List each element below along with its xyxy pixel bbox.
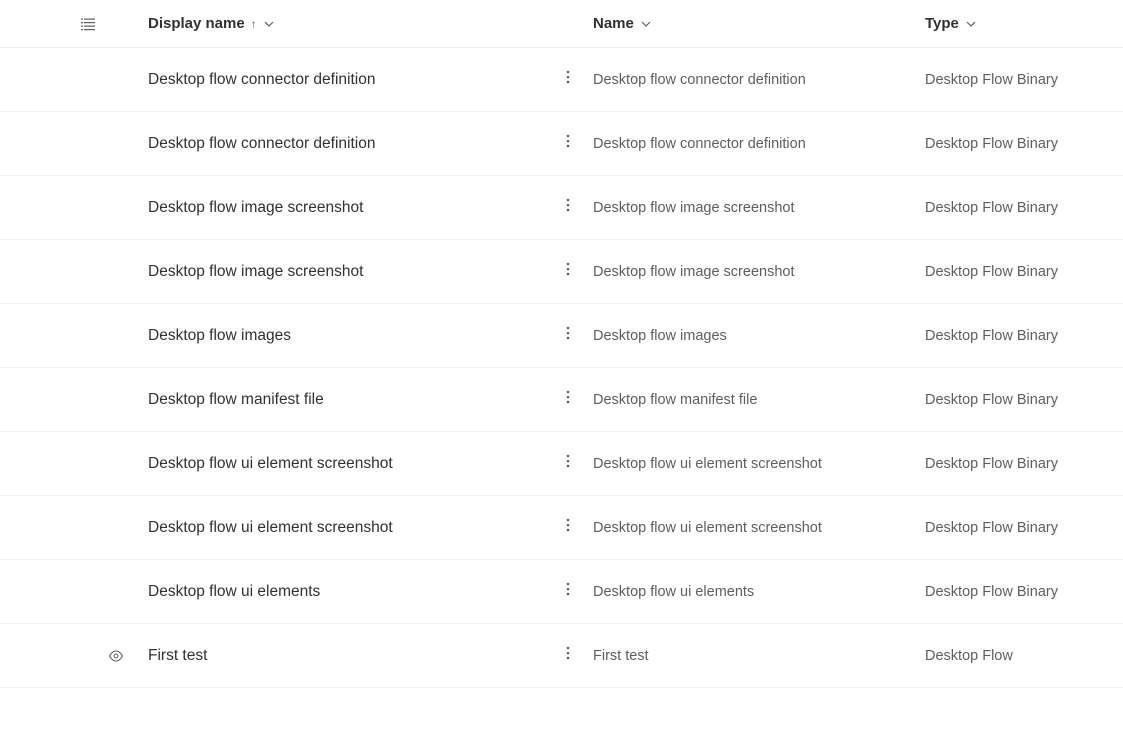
- chevron-down-icon: [965, 18, 977, 30]
- chevron-down-icon: [640, 18, 652, 30]
- cell-name: Desktop flow connector definition: [593, 136, 925, 152]
- header-view-icon-cell: [0, 16, 148, 32]
- cell-display-name[interactable]: Desktop flow ui elements: [148, 583, 543, 601]
- cell-display-name[interactable]: Desktop flow ui element screenshot: [148, 519, 543, 537]
- cell-display-name[interactable]: Desktop flow ui element screenshot: [148, 455, 543, 473]
- row-actions-menu[interactable]: [543, 453, 593, 474]
- row-status-icon-cell: [0, 648, 148, 664]
- cell-type: Desktop Flow Binary: [925, 328, 1123, 344]
- table-row[interactable]: Desktop flow connector definitionDesktop…: [0, 112, 1123, 176]
- cell-type: Desktop Flow Binary: [925, 200, 1123, 216]
- vertical-ellipsis-icon: [566, 581, 570, 602]
- cell-type: Desktop Flow Binary: [925, 264, 1123, 280]
- table-row[interactable]: Desktop flow ui element screenshotDeskto…: [0, 432, 1123, 496]
- column-header-label: Name: [593, 15, 634, 32]
- cell-name: Desktop flow ui element screenshot: [593, 520, 925, 536]
- eye-icon: [108, 648, 124, 664]
- cell-display-name[interactable]: Desktop flow connector definition: [148, 135, 543, 153]
- cell-name: Desktop flow ui elements: [593, 584, 925, 600]
- cell-name: Desktop flow images: [593, 328, 925, 344]
- cell-name: Desktop flow image screenshot: [593, 264, 925, 280]
- cell-name: Desktop flow manifest file: [593, 392, 925, 408]
- cell-display-name[interactable]: First test: [148, 647, 543, 665]
- sort-ascending-icon: ↑: [251, 17, 257, 31]
- row-actions-menu[interactable]: [543, 517, 593, 538]
- row-actions-menu[interactable]: [543, 69, 593, 90]
- table-row[interactable]: Desktop flow image screenshot Desktop flo…: [0, 176, 1123, 240]
- table-body: Desktop flow connector definitionDesktop…: [0, 48, 1123, 688]
- vertical-ellipsis-icon: [566, 133, 570, 154]
- cell-name: Desktop flow connector definition: [593, 72, 925, 88]
- vertical-ellipsis-icon: [566, 645, 570, 666]
- column-header-type[interactable]: Type: [925, 15, 1123, 32]
- vertical-ellipsis-icon: [566, 197, 570, 218]
- table-row[interactable]: Desktop flow ui elements Desktop flow ui …: [0, 560, 1123, 624]
- vertical-ellipsis-icon: [566, 389, 570, 410]
- table-row[interactable]: Desktop flow imagesDesktop flow imagesDe…: [0, 304, 1123, 368]
- table-row[interactable]: Desktop flow manifest file Desktop flow m…: [0, 368, 1123, 432]
- cell-type: Desktop Flow Binary: [925, 72, 1123, 88]
- column-header-label: Display name: [148, 15, 245, 32]
- vertical-ellipsis-icon: [566, 261, 570, 282]
- list-view-icon[interactable]: [80, 16, 96, 32]
- cell-type: Desktop Flow Binary: [925, 136, 1123, 152]
- column-header-name[interactable]: Name: [593, 15, 925, 32]
- table-row[interactable]: First testFirst testDesktop Flow: [0, 624, 1123, 688]
- cell-name: First test: [593, 648, 925, 664]
- vertical-ellipsis-icon: [566, 453, 570, 474]
- vertical-ellipsis-icon: [566, 69, 570, 90]
- cell-display-name[interactable]: Desktop flow connector definition: [148, 71, 543, 89]
- row-actions-menu[interactable]: [543, 197, 593, 218]
- cell-name: Desktop flow image screenshot: [593, 200, 925, 216]
- row-actions-menu[interactable]: [543, 645, 593, 666]
- column-header-display-name[interactable]: Display name ↑: [148, 15, 593, 32]
- cell-display-name[interactable]: Desktop flow image screenshot: [148, 263, 543, 281]
- table-row[interactable]: Desktop flow connector definitionDesktop…: [0, 48, 1123, 112]
- cell-display-name[interactable]: Desktop flow image screenshot: [148, 199, 543, 217]
- chevron-down-icon: [263, 18, 275, 30]
- cell-type: Desktop Flow Binary: [925, 456, 1123, 472]
- vertical-ellipsis-icon: [566, 325, 570, 346]
- row-actions-menu[interactable]: [543, 325, 593, 346]
- row-actions-menu[interactable]: [543, 261, 593, 282]
- table-header-row: Display name ↑ Name Type: [0, 0, 1123, 48]
- table-row[interactable]: Desktop flow image screenshot Desktop flo…: [0, 240, 1123, 304]
- cell-type: Desktop Flow Binary: [925, 584, 1123, 600]
- cell-display-name[interactable]: Desktop flow images: [148, 327, 543, 345]
- cell-type: Desktop Flow Binary: [925, 392, 1123, 408]
- cell-display-name[interactable]: Desktop flow manifest file: [148, 391, 543, 409]
- cell-type: Desktop Flow Binary: [925, 520, 1123, 536]
- vertical-ellipsis-icon: [566, 517, 570, 538]
- row-actions-menu[interactable]: [543, 581, 593, 602]
- cell-name: Desktop flow ui element screenshot: [593, 456, 925, 472]
- cell-type: Desktop Flow: [925, 648, 1123, 664]
- column-header-label: Type: [925, 15, 959, 32]
- row-actions-menu[interactable]: [543, 133, 593, 154]
- row-actions-menu[interactable]: [543, 389, 593, 410]
- table-row[interactable]: Desktop flow ui element screenshotDeskto…: [0, 496, 1123, 560]
